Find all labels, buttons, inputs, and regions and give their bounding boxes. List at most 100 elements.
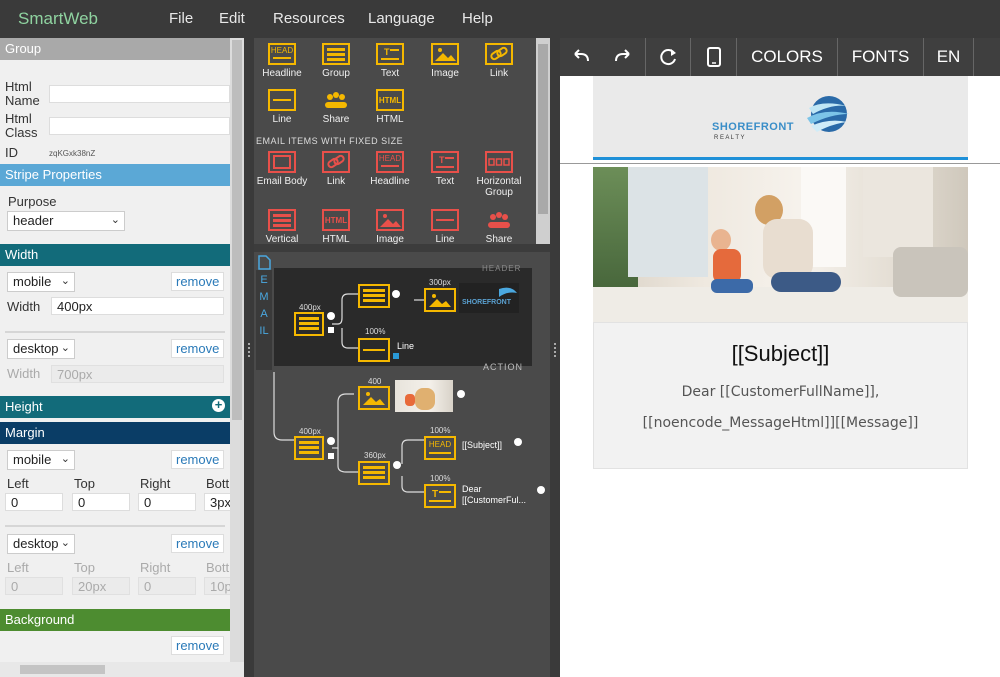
background-section-header[interactable]: Background bbox=[0, 609, 230, 631]
height-section-header[interactable]: Height + bbox=[0, 396, 230, 418]
width-mobile-select[interactable]: mobile ⌄ bbox=[7, 272, 75, 292]
palette-fixed-share[interactable]: Share bbox=[471, 209, 527, 245]
menu-resources[interactable]: Resources bbox=[273, 10, 345, 27]
group-node-icon[interactable] bbox=[358, 284, 390, 308]
margin-desktop-select[interactable]: desktop ⌄ bbox=[7, 534, 75, 554]
menu-edit[interactable]: Edit bbox=[219, 10, 245, 27]
svg-text:HTML: HTML bbox=[379, 96, 401, 105]
palette-link[interactable]: Link bbox=[471, 43, 527, 79]
palette-group[interactable]: Group bbox=[308, 43, 364, 79]
group-section-header[interactable]: Group bbox=[0, 38, 230, 60]
margin-section-header[interactable]: Margin bbox=[0, 422, 230, 444]
html-class-input[interactable] bbox=[49, 117, 230, 135]
svg-text:T: T bbox=[439, 155, 445, 165]
margin-mobile-remove-button[interactable]: remove bbox=[171, 450, 225, 469]
margin-desktop-right-input[interactable]: 0 bbox=[138, 577, 196, 595]
node-width-label: 400 bbox=[368, 377, 382, 386]
image-icon bbox=[376, 209, 404, 231]
margin-desktop-remove-button[interactable]: remove bbox=[171, 534, 225, 553]
panel-splitter[interactable] bbox=[244, 38, 254, 677]
palette-fixed-line[interactable]: Line bbox=[417, 209, 473, 245]
palette-line[interactable]: Line bbox=[254, 89, 310, 125]
margin-desktop-top-input[interactable]: 20px bbox=[72, 577, 130, 595]
headline-node-icon[interactable]: HEAD bbox=[424, 436, 456, 460]
node-width-label: 100% bbox=[430, 474, 451, 483]
select-handle[interactable] bbox=[328, 327, 334, 333]
palette-horizontal-group[interactable]: Horizontal Group bbox=[471, 151, 527, 198]
svg-text:HEAD: HEAD bbox=[429, 440, 451, 449]
svg-text:SHOREFRONT: SHOREFRONT bbox=[462, 299, 512, 306]
html-class-label: Html Class bbox=[5, 111, 38, 140]
hero-image[interactable] bbox=[593, 167, 968, 322]
palette-headline[interactable]: HEAD Headline bbox=[254, 43, 310, 79]
logo-header[interactable]: SHOREFRONT R E A L T Y bbox=[593, 76, 968, 158]
collapse-icon[interactable] bbox=[537, 486, 545, 494]
headline-icon: HEAD bbox=[268, 43, 296, 65]
width-mobile-input[interactable]: 400px bbox=[51, 297, 224, 315]
select-handle[interactable] bbox=[328, 453, 334, 459]
collapse-icon[interactable] bbox=[327, 437, 335, 445]
group-node-icon[interactable] bbox=[358, 461, 390, 485]
html-icon: HTML bbox=[322, 209, 350, 231]
collapse-icon[interactable] bbox=[392, 290, 400, 298]
margin-desktop-left-input[interactable]: 0 bbox=[5, 577, 63, 595]
node-width-label: 300px bbox=[429, 278, 451, 287]
mobile-view-button[interactable] bbox=[690, 38, 736, 76]
palette-text[interactable]: T Text bbox=[362, 43, 418, 79]
margin-bottom-label: Bott bbox=[206, 476, 230, 491]
collapse-icon[interactable] bbox=[327, 312, 335, 320]
image-node-icon[interactable] bbox=[358, 386, 390, 410]
purpose-label: Purpose bbox=[8, 194, 57, 209]
logo-name: SHOREFRONT bbox=[712, 121, 794, 133]
width-section-header[interactable]: Width bbox=[0, 244, 230, 266]
language-button[interactable]: EN bbox=[923, 38, 973, 76]
left-horizontal-scrollbar[interactable] bbox=[0, 662, 244, 677]
panel-splitter[interactable] bbox=[550, 38, 560, 677]
add-icon[interactable]: + bbox=[212, 398, 225, 412]
palette-share[interactable]: Share bbox=[308, 89, 364, 125]
palette-email-body[interactable]: Email Body bbox=[254, 151, 310, 187]
width-mobile-remove-button[interactable]: remove bbox=[171, 272, 225, 291]
palette-fixed-link[interactable]: Link bbox=[308, 151, 364, 187]
menu-file[interactable]: File bbox=[169, 10, 193, 27]
palette-vertical[interactable]: Vertical bbox=[254, 209, 310, 245]
greeting-text: Dear [[CustomerFullName]], bbox=[681, 384, 880, 400]
margin-desktop-top-label: Top bbox=[74, 560, 95, 575]
html-name-input[interactable] bbox=[49, 85, 230, 103]
palette-fixed-headline[interactable]: HEAD Headline bbox=[362, 151, 418, 187]
margin-mobile-right-input[interactable]: 0 bbox=[138, 493, 196, 511]
margin-mobile-top-input[interactable]: 0 bbox=[72, 493, 130, 511]
collapse-icon[interactable] bbox=[514, 438, 522, 446]
margin-mobile-select[interactable]: mobile ⌄ bbox=[7, 450, 75, 470]
undo-button[interactable] bbox=[560, 38, 602, 76]
text-node-icon[interactable]: T bbox=[424, 484, 456, 508]
content-block[interactable]: [[Subject]] Dear [[CustomerFullName]], [… bbox=[593, 322, 968, 469]
menu-help[interactable]: Help bbox=[462, 10, 493, 27]
width-desktop-input[interactable]: 700px bbox=[51, 365, 224, 383]
palette-scroll-thumb[interactable] bbox=[538, 44, 548, 214]
palette-fixed-html[interactable]: HTML HTML bbox=[308, 209, 364, 245]
background-remove-button[interactable]: remove bbox=[171, 636, 225, 655]
group-node-icon[interactable] bbox=[294, 436, 324, 460]
collapse-icon[interactable] bbox=[457, 390, 465, 398]
group-node-icon[interactable] bbox=[294, 312, 324, 336]
width-desktop-select[interactable]: desktop ⌄ bbox=[7, 339, 75, 359]
width-desktop-remove-button[interactable]: remove bbox=[171, 339, 225, 358]
redo-button[interactable] bbox=[602, 38, 644, 76]
menu-language[interactable]: Language bbox=[368, 10, 435, 27]
select-handle[interactable] bbox=[393, 353, 399, 359]
margin-mobile-left-input[interactable]: 0 bbox=[5, 493, 63, 511]
purpose-select[interactable]: header ⌄ bbox=[7, 211, 125, 231]
palette-fixed-text[interactable]: T Text bbox=[417, 151, 473, 187]
stripe-properties-header[interactable]: Stripe Properties bbox=[0, 164, 230, 186]
image-node-icon[interactable] bbox=[424, 288, 456, 312]
fonts-button[interactable]: FONTS bbox=[837, 38, 923, 76]
line-node-icon[interactable] bbox=[358, 338, 390, 362]
left-scroll-thumb[interactable] bbox=[232, 40, 242, 420]
palette-image[interactable]: Image bbox=[417, 43, 473, 79]
palette-html[interactable]: HTML HTML bbox=[362, 89, 418, 125]
colors-button[interactable]: COLORS bbox=[736, 38, 837, 76]
collapse-icon[interactable] bbox=[393, 461, 401, 469]
palette-fixed-image[interactable]: Image bbox=[362, 209, 418, 245]
refresh-button[interactable] bbox=[645, 38, 690, 76]
